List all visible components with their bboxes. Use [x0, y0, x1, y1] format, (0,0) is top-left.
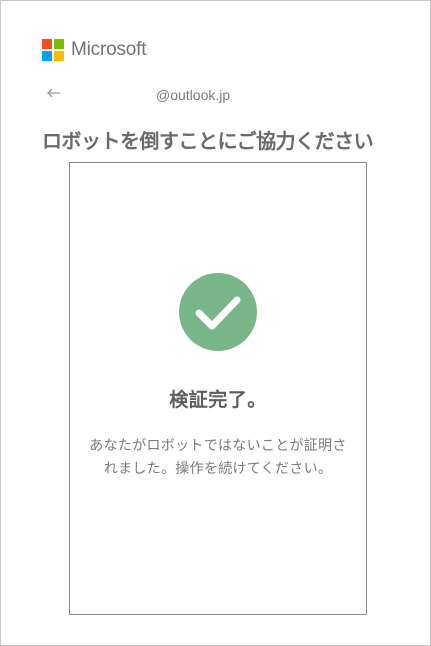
- verification-title: 検証完了。: [169, 389, 267, 411]
- sign-in-window: Microsoft @outlook.jp ロボットを倒すことにご協力ください …: [0, 0, 431, 646]
- logo-square-green: [54, 39, 64, 49]
- logo-square-blue: [42, 51, 52, 61]
- logo-square-red: [42, 39, 52, 49]
- account-identity: @outlook.jp: [156, 87, 231, 103]
- logo-square-yellow: [54, 51, 64, 61]
- arrow-left-icon: [47, 88, 60, 98]
- microsoft-logo-icon: [42, 39, 64, 61]
- verification-card: 検証完了。 あなたがロボットではないことが証明されました。操作を続けてください。: [69, 162, 367, 615]
- verification-message: あなたがロボットではないことが証明されました。操作を続けてください。: [89, 438, 347, 477]
- back-button[interactable]: [46, 85, 62, 101]
- brand-name: Microsoft: [71, 39, 147, 60]
- microsoft-logo: Microsoft: [42, 39, 146, 61]
- page-title: ロボットを倒すことにご協力ください: [42, 129, 374, 153]
- checkmark-icon: [179, 273, 257, 351]
